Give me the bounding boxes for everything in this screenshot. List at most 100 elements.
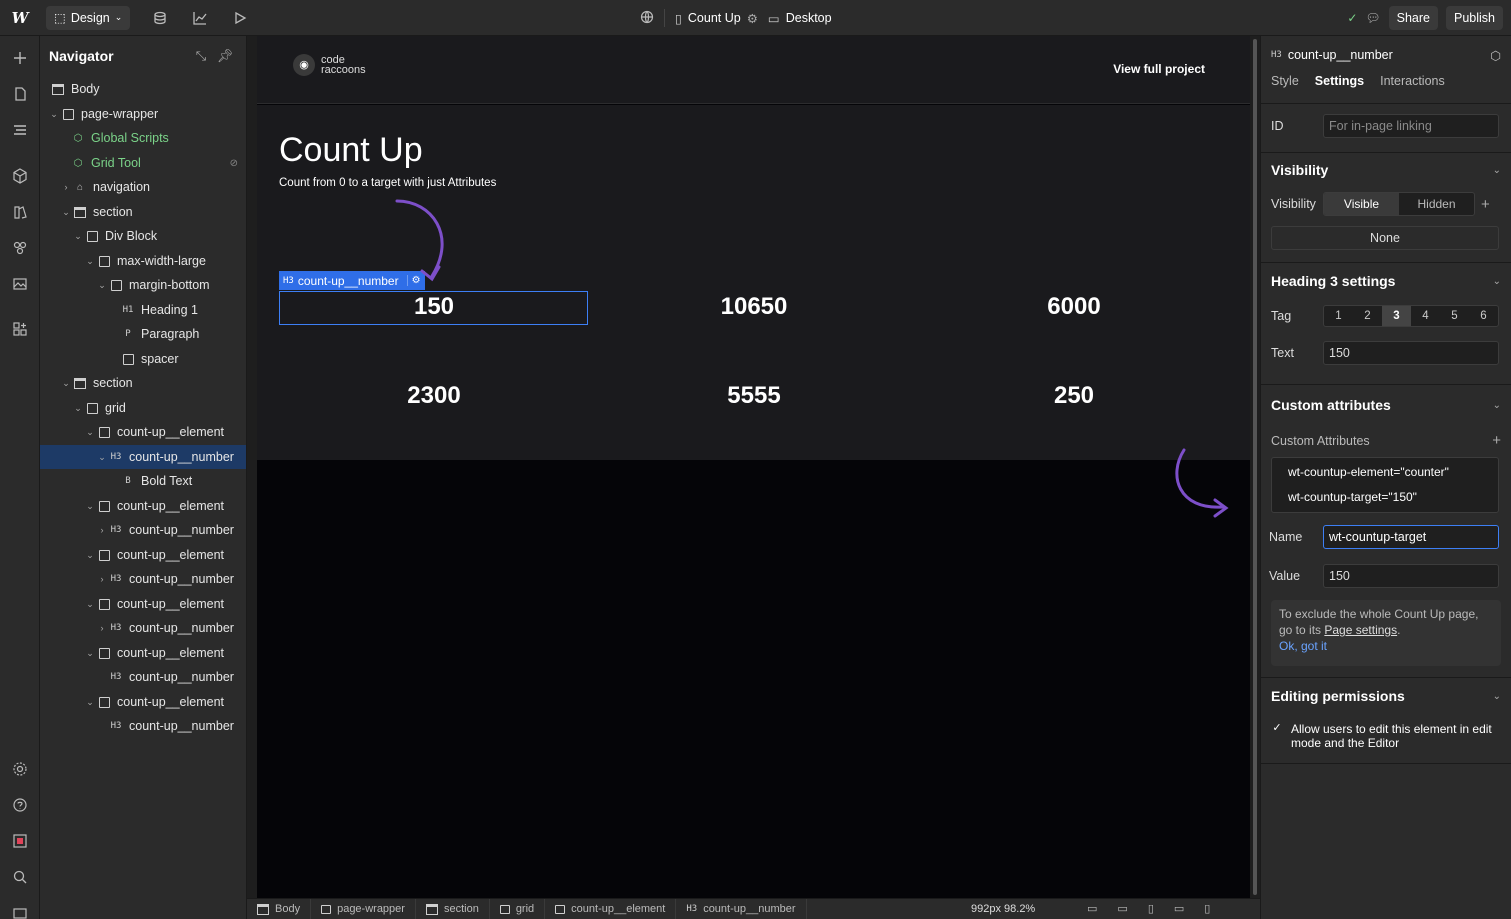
attribute-value-input[interactable]: 150 (1323, 564, 1499, 588)
chevron-down-icon[interactable]: ⌄ (60, 378, 72, 389)
tree-item-section[interactable]: ⌄ section (40, 371, 246, 395)
breadcrumb-body[interactable]: Body (247, 898, 312, 919)
view-full-project-link[interactable]: View full project (1113, 62, 1205, 76)
eye-off-icon[interactable]: ⊘ (230, 158, 238, 169)
tag-option-3[interactable]: 3 (1382, 306, 1411, 326)
count-up-number[interactable]: 5555 (599, 382, 909, 410)
tree-item-paragraph[interactable]: P Paragraph (40, 322, 246, 346)
tree-item-margin-bottom[interactable]: ⌄ margin-bottom (40, 273, 246, 297)
tree-item-count-up-element[interactable]: ⌄ count-up__element (40, 494, 246, 518)
tree-item-count-up-element[interactable]: ⌄ count-up__element (40, 592, 246, 616)
tab-interactions[interactable]: Interactions (1380, 74, 1445, 88)
chevron-down-icon[interactable]: ⌄ (96, 452, 108, 463)
tag-option-1[interactable]: 1 (1324, 306, 1353, 326)
hidden-option[interactable]: Hidden (1399, 193, 1474, 215)
chevron-down-icon[interactable]: ⌄ (48, 109, 60, 120)
chevron-down-icon[interactable]: ⌄ (84, 550, 96, 561)
breadcrumb-section[interactable]: section (416, 898, 490, 919)
attribute-item[interactable]: wt-countup-target="150" (1288, 490, 1417, 504)
checkbox-checked-icon[interactable]: ✓ (1271, 722, 1283, 734)
mobile-portrait-icon[interactable]: ▯ (1204, 902, 1210, 915)
desktop-large-icon[interactable]: ▭ (1087, 902, 1097, 915)
chevron-down-icon[interactable]: ⌄ (1493, 691, 1501, 702)
tag-option-5[interactable]: 5 (1440, 306, 1469, 326)
tag-option-6[interactable]: 6 (1469, 306, 1498, 326)
tree-item-count-up-number[interactable]: H3 count-up__number (40, 665, 246, 689)
breakpoint-selector[interactable]: ▭ Desktop (768, 11, 832, 26)
component-icon[interactable]: ⬡ (1490, 48, 1501, 63)
tree-item-count-up-number[interactable]: › H3 count-up__number (40, 616, 246, 640)
tree-item-bold-text[interactable]: B Bold Text (40, 469, 246, 493)
tree-item-count-up-number[interactable]: › H3 count-up__number (40, 518, 246, 542)
chevron-down-icon[interactable]: ⌄ (84, 427, 96, 438)
analytics-icon[interactable] (180, 0, 220, 36)
visibility-condition-button[interactable]: None (1271, 226, 1499, 250)
preview-play-icon[interactable] (220, 0, 260, 36)
tree-item-count-up-number-selected[interactable]: ⌄ H3 count-up__number (40, 445, 246, 469)
tab-style[interactable]: Style (1271, 74, 1299, 88)
count-up-number[interactable]: 6000 (919, 293, 1229, 321)
visible-option[interactable]: Visible (1324, 193, 1399, 215)
collapse-icon[interactable]: ⤡ (189, 48, 213, 64)
tree-item-count-up-element[interactable]: ⌄ count-up__element (40, 641, 246, 665)
settings-icon[interactable] (0, 754, 40, 784)
mobile-landscape-icon[interactable]: ▭ (1174, 902, 1184, 915)
video-icon[interactable] (0, 898, 40, 919)
globe-icon[interactable] (640, 10, 654, 27)
editing-permissions-title[interactable]: Editing permissions ⌄ (1271, 688, 1501, 704)
add-icon[interactable] (0, 43, 40, 73)
search-icon[interactable] (0, 862, 40, 892)
attribute-item[interactable]: wt-countup-element="counter" (1288, 465, 1449, 479)
tag-option-2[interactable]: 2 (1353, 306, 1382, 326)
custom-attributes-title[interactable]: Custom attributes ⌄ (1271, 397, 1501, 413)
id-input[interactable]: For in-page linking (1323, 114, 1499, 138)
tree-item-grid[interactable]: ⌄ grid (40, 396, 246, 420)
chevron-right-icon[interactable]: › (60, 182, 72, 192)
chevron-down-icon[interactable]: ⌄ (84, 599, 96, 610)
text-input[interactable]: 150 (1323, 341, 1499, 365)
tree-item-global-scripts[interactable]: ⬡ Global Scripts (40, 126, 246, 150)
chevron-down-icon[interactable]: ⌄ (1493, 165, 1501, 176)
tree-item-body[interactable]: Body (40, 77, 246, 101)
chevron-down-icon[interactable]: ⌄ (84, 501, 96, 512)
chevron-right-icon[interactable]: › (96, 623, 108, 633)
canvas-zoom-readout[interactable]: 992px 98.2% (971, 903, 1035, 915)
assets-icon[interactable] (0, 269, 40, 299)
tree-item-grid-tool[interactable]: ⬡ Grid Tool ⊘ (40, 151, 246, 175)
tablet-icon[interactable]: ▯ (1148, 902, 1154, 915)
tree-item-section[interactable]: ⌄ section (40, 200, 246, 224)
heading-1[interactable]: Count Up (279, 131, 423, 170)
count-up-number[interactable]: 250 (919, 382, 1229, 410)
publish-button[interactable]: Publish (1446, 6, 1503, 30)
navigator-icon[interactable] (0, 115, 40, 145)
help-icon[interactable] (0, 790, 40, 820)
heading-settings-title[interactable]: Heading 3 settings ⌄ (1271, 273, 1501, 289)
apps-icon[interactable] (0, 314, 40, 344)
breadcrumb-count-up-element[interactable]: count-up__element (545, 898, 677, 919)
chevron-down-icon[interactable]: ⌄ (1493, 276, 1501, 287)
chevron-down-icon[interactable]: ⌄ (84, 697, 96, 708)
chevron-right-icon[interactable]: › (96, 574, 108, 584)
canvas-scrollbar[interactable] (1251, 36, 1260, 898)
record-icon[interactable] (0, 826, 40, 856)
tree-item-page-wrapper[interactable]: ⌄ page-wrapper (40, 102, 246, 126)
paragraph[interactable]: Count from 0 to a target with just Attri… (279, 177, 496, 189)
tab-settings[interactable]: Settings (1315, 74, 1364, 88)
chevron-down-icon[interactable]: ⌄ (60, 207, 72, 218)
chevron-down-icon[interactable]: ⌄ (1493, 400, 1501, 411)
tree-item-heading-1[interactable]: H1 Heading 1 (40, 298, 246, 322)
count-up-number[interactable]: 10650 (599, 293, 909, 321)
ok-got-it-link[interactable]: Ok, got it (1279, 639, 1327, 653)
add-icon[interactable]: + (1481, 196, 1490, 213)
breadcrumb-grid[interactable]: grid (490, 898, 546, 919)
count-up-number[interactable]: 2300 (279, 382, 589, 410)
add-attribute-icon[interactable]: + (1492, 432, 1501, 449)
tree-item-spacer[interactable]: spacer (40, 347, 246, 371)
mode-selector[interactable]: ⬚ Design ⌄ (46, 5, 131, 30)
variables-icon[interactable] (0, 233, 40, 263)
chevron-right-icon[interactable]: › (96, 525, 108, 535)
scrollbar-thumb[interactable] (1253, 39, 1257, 895)
share-button[interactable]: Share (1388, 6, 1438, 30)
site-navigation[interactable]: ◉ code raccoons View full project (257, 36, 1250, 104)
webflow-logo[interactable]: W (0, 0, 40, 36)
